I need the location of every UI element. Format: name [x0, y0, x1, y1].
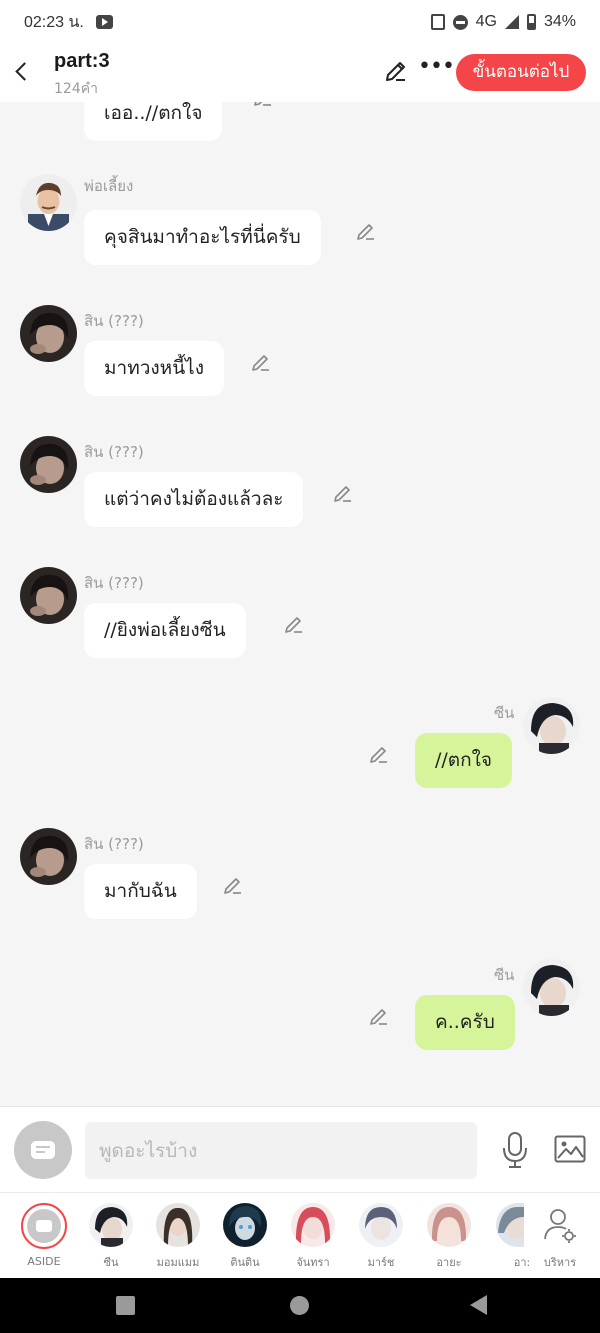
character-item[interactable]: ตินติน: [214, 1203, 276, 1271]
character-item[interactable]: มาร์ช: [350, 1203, 412, 1271]
character-label: จันทรา: [296, 1256, 330, 1269]
message-bubble[interactable]: คุจสินมาทำอะไรที่นี่ครับ: [84, 210, 321, 265]
message-bubble[interactable]: //ตกใจ: [415, 733, 513, 788]
manage-characters-button[interactable]: บริหาร: [529, 1203, 591, 1271]
message-bubble[interactable]: แต่ว่าคงไม่ต้องแล้วละ: [84, 472, 304, 527]
sender-name: สิน (???): [84, 835, 144, 853]
network-type: 4G: [475, 13, 497, 30]
character-avatar: [496, 1203, 524, 1247]
status-time: 02:23 น.: [24, 13, 84, 31]
character-avatar: [156, 1203, 200, 1247]
edit-message-icon[interactable]: [368, 1005, 390, 1027]
edit-pencil-icon[interactable]: [383, 58, 409, 84]
avatar[interactable]: [20, 828, 77, 885]
message-input[interactable]: [85, 1122, 477, 1179]
avatar[interactable]: [523, 959, 580, 1016]
message-bubble[interactable]: ค..ครับ: [415, 995, 515, 1050]
character-label: อายะ: [436, 1256, 462, 1269]
back-icon[interactable]: [470, 1295, 487, 1315]
edit-message-icon[interactable]: [283, 613, 305, 635]
character-avatar: [291, 1203, 335, 1247]
character-label: ตินติน: [230, 1256, 260, 1269]
message-bubble[interactable]: มาทวงหนี้ไง: [84, 341, 225, 396]
sender-name: สิน (???): [84, 574, 144, 592]
manage-label: บริหาร: [543, 1256, 577, 1269]
edit-message-icon[interactable]: [222, 874, 244, 896]
character-avatar: [89, 1203, 133, 1247]
chat-bubble-icon: [31, 1141, 55, 1159]
message-bubble[interactable]: มากับฉัน: [84, 864, 197, 919]
recent-apps-icon[interactable]: [116, 1296, 135, 1315]
home-icon[interactable]: [290, 1296, 309, 1315]
character-avatar: [359, 1203, 403, 1247]
battery-icon: [526, 14, 536, 30]
sender-name: สิน (???): [84, 443, 144, 461]
edit-message-icon[interactable]: [252, 102, 274, 108]
character-selector: ASIDE ซีน มอมแมม ตินติน จันทรา มาร์ช อาย…: [0, 1192, 600, 1278]
sender-name: ซีน: [494, 704, 515, 722]
chat-area[interactable]: เออ..//ตกใจ พ่อเลี้ยง คุจสินมาทำอะไรที่น…: [0, 102, 600, 1106]
youtube-notification-icon: [95, 15, 113, 29]
edit-message-icon[interactable]: [250, 351, 272, 373]
aside-toggle-button[interactable]: [14, 1121, 72, 1179]
avatar[interactable]: [20, 567, 77, 624]
do-not-disturb-icon: [452, 14, 468, 30]
avatar[interactable]: [20, 174, 77, 231]
sender-name: พ่อเลี้ยง: [84, 177, 134, 195]
battery-percent: 34%: [543, 13, 576, 30]
page-title[interactable]: part:3: [54, 50, 110, 73]
edit-message-icon[interactable]: [332, 482, 354, 504]
character-item[interactable]: จันทรา: [282, 1203, 344, 1271]
edit-message-icon[interactable]: [368, 743, 390, 765]
avatar[interactable]: [20, 436, 77, 493]
microphone-icon[interactable]: [500, 1131, 530, 1169]
next-step-button[interactable]: ขั้นตอนต่อไป: [456, 54, 586, 91]
sender-name: ซีน: [494, 966, 515, 984]
character-item[interactable]: อายะ: [418, 1203, 480, 1271]
avatar[interactable]: [20, 305, 77, 362]
vibrate-icon: [430, 14, 445, 30]
character-label: ASIDE: [27, 1255, 61, 1268]
status-indicators: 4G 34%: [430, 13, 576, 31]
character-item[interactable]: มอมแมม: [147, 1203, 209, 1271]
top-bar: part:3 124คำ ••• ขั้นตอนต่อไป: [0, 44, 600, 102]
sender-name: สิน (???): [84, 312, 144, 330]
more-options-icon[interactable]: •••: [418, 56, 455, 82]
status-bar: 02:23 น. 4G 34%: [0, 0, 600, 44]
character-avatar: [223, 1203, 267, 1247]
message-bubble[interactable]: เออ..//ตกใจ: [84, 102, 223, 141]
manage-user-gear-icon: [544, 1209, 576, 1243]
message-bubble[interactable]: //ยิงพ่อเลี้ยงซีน: [84, 603, 246, 658]
signal-icon: [504, 15, 519, 29]
system-navigation-bar: [0, 1278, 600, 1333]
app-screen: 02:23 น. 4G 34% part:3 124คำ ••• ขั้นตอน…: [0, 0, 600, 1333]
character-label: ซีน: [103, 1256, 119, 1269]
word-count: 124คำ: [54, 81, 98, 97]
character-item[interactable]: ซีน: [80, 1203, 142, 1271]
character-label: มอมแมม: [156, 1256, 200, 1269]
character-label: มาร์ช: [367, 1256, 395, 1269]
aside-icon: [21, 1203, 67, 1249]
back-arrow-icon[interactable]: [10, 54, 32, 88]
edit-message-icon[interactable]: [355, 220, 377, 242]
character-avatar: [427, 1203, 471, 1247]
message-input-bar: [0, 1106, 600, 1192]
avatar[interactable]: [523, 697, 580, 754]
character-aside[interactable]: ASIDE: [13, 1203, 75, 1268]
image-upload-icon[interactable]: [554, 1135, 586, 1163]
